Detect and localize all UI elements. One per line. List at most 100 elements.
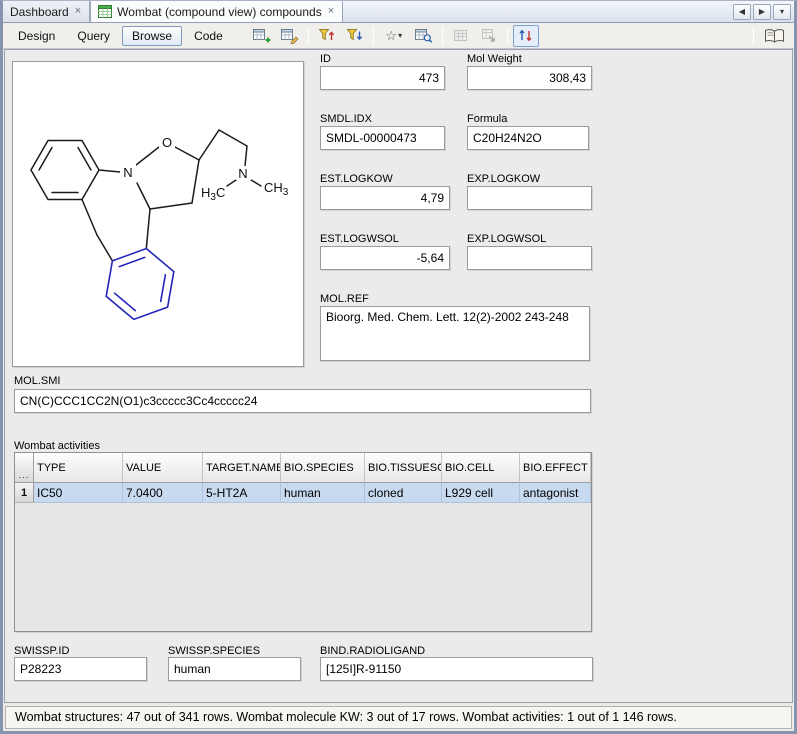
- scroll-tabs-right-button[interactable]: ▶: [753, 4, 771, 20]
- exp-logkow-field[interactable]: [467, 186, 592, 210]
- swissp-id-field[interactable]: P28223: [14, 657, 147, 681]
- tab-wombat-compound-view[interactable]: Wombat (compound view) compounds ×: [90, 1, 343, 22]
- formula-field[interactable]: C20H24N2O: [467, 126, 589, 150]
- browse-button[interactable]: Browse: [122, 26, 182, 46]
- cell-bio-tissuesource[interactable]: cloned: [365, 483, 442, 503]
- field-label-swissp-id: SWISSP.ID: [14, 645, 69, 657]
- funnel-down-arrow-icon: [346, 28, 363, 43]
- swissp-species-field[interactable]: human: [168, 657, 301, 681]
- cell-target-name[interactable]: 5-HT2A: [203, 483, 281, 503]
- column-header-bio-effect[interactable]: BIO.EFFECT: [520, 453, 591, 483]
- table-corner-button[interactable]: ...: [15, 453, 34, 483]
- row-header[interactable]: 1: [15, 483, 34, 503]
- tab-dashboard[interactable]: Dashboard ×: [3, 1, 90, 22]
- reference-book-button[interactable]: [759, 25, 789, 47]
- funnel-up-arrow-icon: [318, 28, 335, 43]
- smdl-idx-field[interactable]: SMDL-00000473: [320, 126, 445, 150]
- benzene-ring-b-highlighted: [106, 249, 174, 320]
- edit-form-widget-button[interactable]: [277, 25, 303, 47]
- cell-bio-species[interactable]: human: [281, 483, 365, 503]
- app-window: Dashboard × Wombat (compound view) compo…: [0, 0, 797, 734]
- toolbar-separator: [308, 27, 309, 45]
- exp-logwsol-field[interactable]: [467, 246, 592, 270]
- cell-value[interactable]: 7.0400: [123, 483, 203, 503]
- column-header-target-name[interactable]: TARGET.NAME: [203, 453, 281, 483]
- favorites-button[interactable]: ☆ ▾: [379, 25, 409, 47]
- scroll-tabs-left-button[interactable]: ◀: [733, 4, 751, 20]
- sort-descending-button[interactable]: [342, 25, 368, 47]
- id-field[interactable]: 473: [320, 66, 445, 90]
- browse-form-panel: N O N CH3 H3C ID 473 Mol Weight 308,43 S…: [4, 49, 793, 703]
- column-header-bio-tissuesource[interactable]: BIO.TISSUESOU: [365, 453, 442, 483]
- query-button[interactable]: Query: [67, 26, 120, 46]
- field-label-exp-logkow: EXP.LOGKOW: [467, 173, 540, 185]
- editor-tab-bar: Dashboard × Wombat (compound view) compo…: [3, 1, 794, 23]
- code-button[interactable]: Code: [184, 26, 233, 46]
- table-empty-area: [15, 503, 591, 631]
- table-search-icon: [415, 28, 433, 44]
- cell-bio-cell[interactable]: L929 cell: [442, 483, 520, 503]
- new-form-widget-button[interactable]: [249, 25, 275, 47]
- tab-dashboard-label: Dashboard: [10, 5, 69, 19]
- green-table-icon: [98, 5, 112, 18]
- field-label-formula: Formula: [467, 113, 507, 125]
- main-toolbar: Design Query Browse Code: [3, 23, 794, 49]
- search-table-button[interactable]: [411, 25, 437, 47]
- tab-bar-spacer: [343, 1, 733, 22]
- table-pencil-icon: [281, 28, 299, 44]
- grid-export-icon: [481, 28, 497, 43]
- field-label-swissp-species: SWISSP.SPECIES: [168, 645, 260, 657]
- est-logkow-field[interactable]: 4,79: [320, 186, 450, 210]
- grid-icon: [453, 28, 469, 43]
- est-logwsol-field[interactable]: -5,64: [320, 246, 450, 270]
- table-plus-icon: [253, 28, 271, 44]
- field-label-smdl-idx: SMDL.IDX: [320, 113, 372, 125]
- structure-viewer[interactable]: N O N CH3 H3C: [12, 61, 304, 367]
- close-icon[interactable]: ×: [74, 6, 82, 17]
- mol-smi-field[interactable]: CN(C)CCC1CC2N(O1)c3ccccc3Cc4ccccc24: [14, 389, 591, 413]
- molecule-drawing: N O N CH3 H3C: [13, 62, 305, 368]
- methyl-left-label: H3C: [201, 185, 225, 203]
- mol-weight-field[interactable]: 308,43: [467, 66, 592, 90]
- column-header-bio-cell[interactable]: BIO.CELL: [442, 453, 520, 483]
- field-label-exp-logwsol: EXP.LOGWSOL: [467, 233, 546, 245]
- cell-type[interactable]: IC50: [34, 483, 123, 503]
- activities-table[interactable]: ... TYPE VALUE TARGET.NAME BIO.SPECIES B…: [14, 452, 592, 632]
- maximize-icon: ▾: [780, 7, 784, 16]
- structure-sort-toggle-button[interactable]: [513, 25, 539, 47]
- toolbar-separator: [753, 27, 754, 45]
- maximize-window-button[interactable]: ▾: [773, 4, 791, 20]
- tab-wombat-label: Wombat (compound view) compounds: [117, 5, 322, 19]
- column-header-value[interactable]: VALUE: [123, 453, 203, 483]
- star-icon: ☆: [385, 29, 397, 42]
- field-label-est-logkow: EST.LOGKOW: [320, 173, 393, 185]
- toolbar-separator: [373, 27, 374, 45]
- cell-bio-effect[interactable]: antagonist: [520, 483, 591, 503]
- column-header-type[interactable]: TYPE: [34, 453, 123, 483]
- grid-view-button[interactable]: [448, 25, 474, 47]
- sort-rows-icon: [518, 28, 534, 43]
- field-label-mol-ref: MOL.REF: [320, 293, 369, 305]
- close-icon[interactable]: ×: [327, 6, 335, 17]
- status-bar: Wombat structures: 47 out of 341 rows. W…: [3, 703, 794, 731]
- table-row-selected[interactable]: 1 IC50 7.0400 5-HT2A human cloned L929 c…: [15, 483, 591, 503]
- field-label-mol-smi: MOL.SMI: [14, 375, 60, 387]
- mol-ref-field[interactable]: Bioorg. Med. Chem. Lett. 12(2)-2002 243-…: [320, 306, 590, 361]
- toolbar-separator: [442, 27, 443, 45]
- bind-radioligand-field[interactable]: [125I]R-91150: [320, 657, 593, 681]
- column-header-bio-species[interactable]: BIO.SPECIES: [281, 453, 365, 483]
- field-label-est-logwsol: EST.LOGWSOL: [320, 233, 399, 245]
- open-book-icon: [764, 28, 785, 44]
- field-label-mol-weight: Mol Weight: [467, 53, 522, 65]
- sort-ascending-button[interactable]: [314, 25, 340, 47]
- activities-table-label: Wombat activities: [14, 440, 100, 452]
- design-button[interactable]: Design: [8, 26, 65, 46]
- export-grid-button[interactable]: [476, 25, 502, 47]
- oxygen-label: O: [162, 135, 172, 150]
- table-header-row: ... TYPE VALUE TARGET.NAME BIO.SPECIES B…: [15, 453, 591, 483]
- arrow-left-icon: ◀: [739, 7, 745, 16]
- chevron-down-icon: ▾: [398, 32, 402, 40]
- methyl-right-label: CH3: [264, 180, 289, 198]
- amine-nitrogen-label: N: [238, 166, 247, 181]
- field-label-bind-radioligand: BIND.RADIOLIGAND: [320, 645, 425, 657]
